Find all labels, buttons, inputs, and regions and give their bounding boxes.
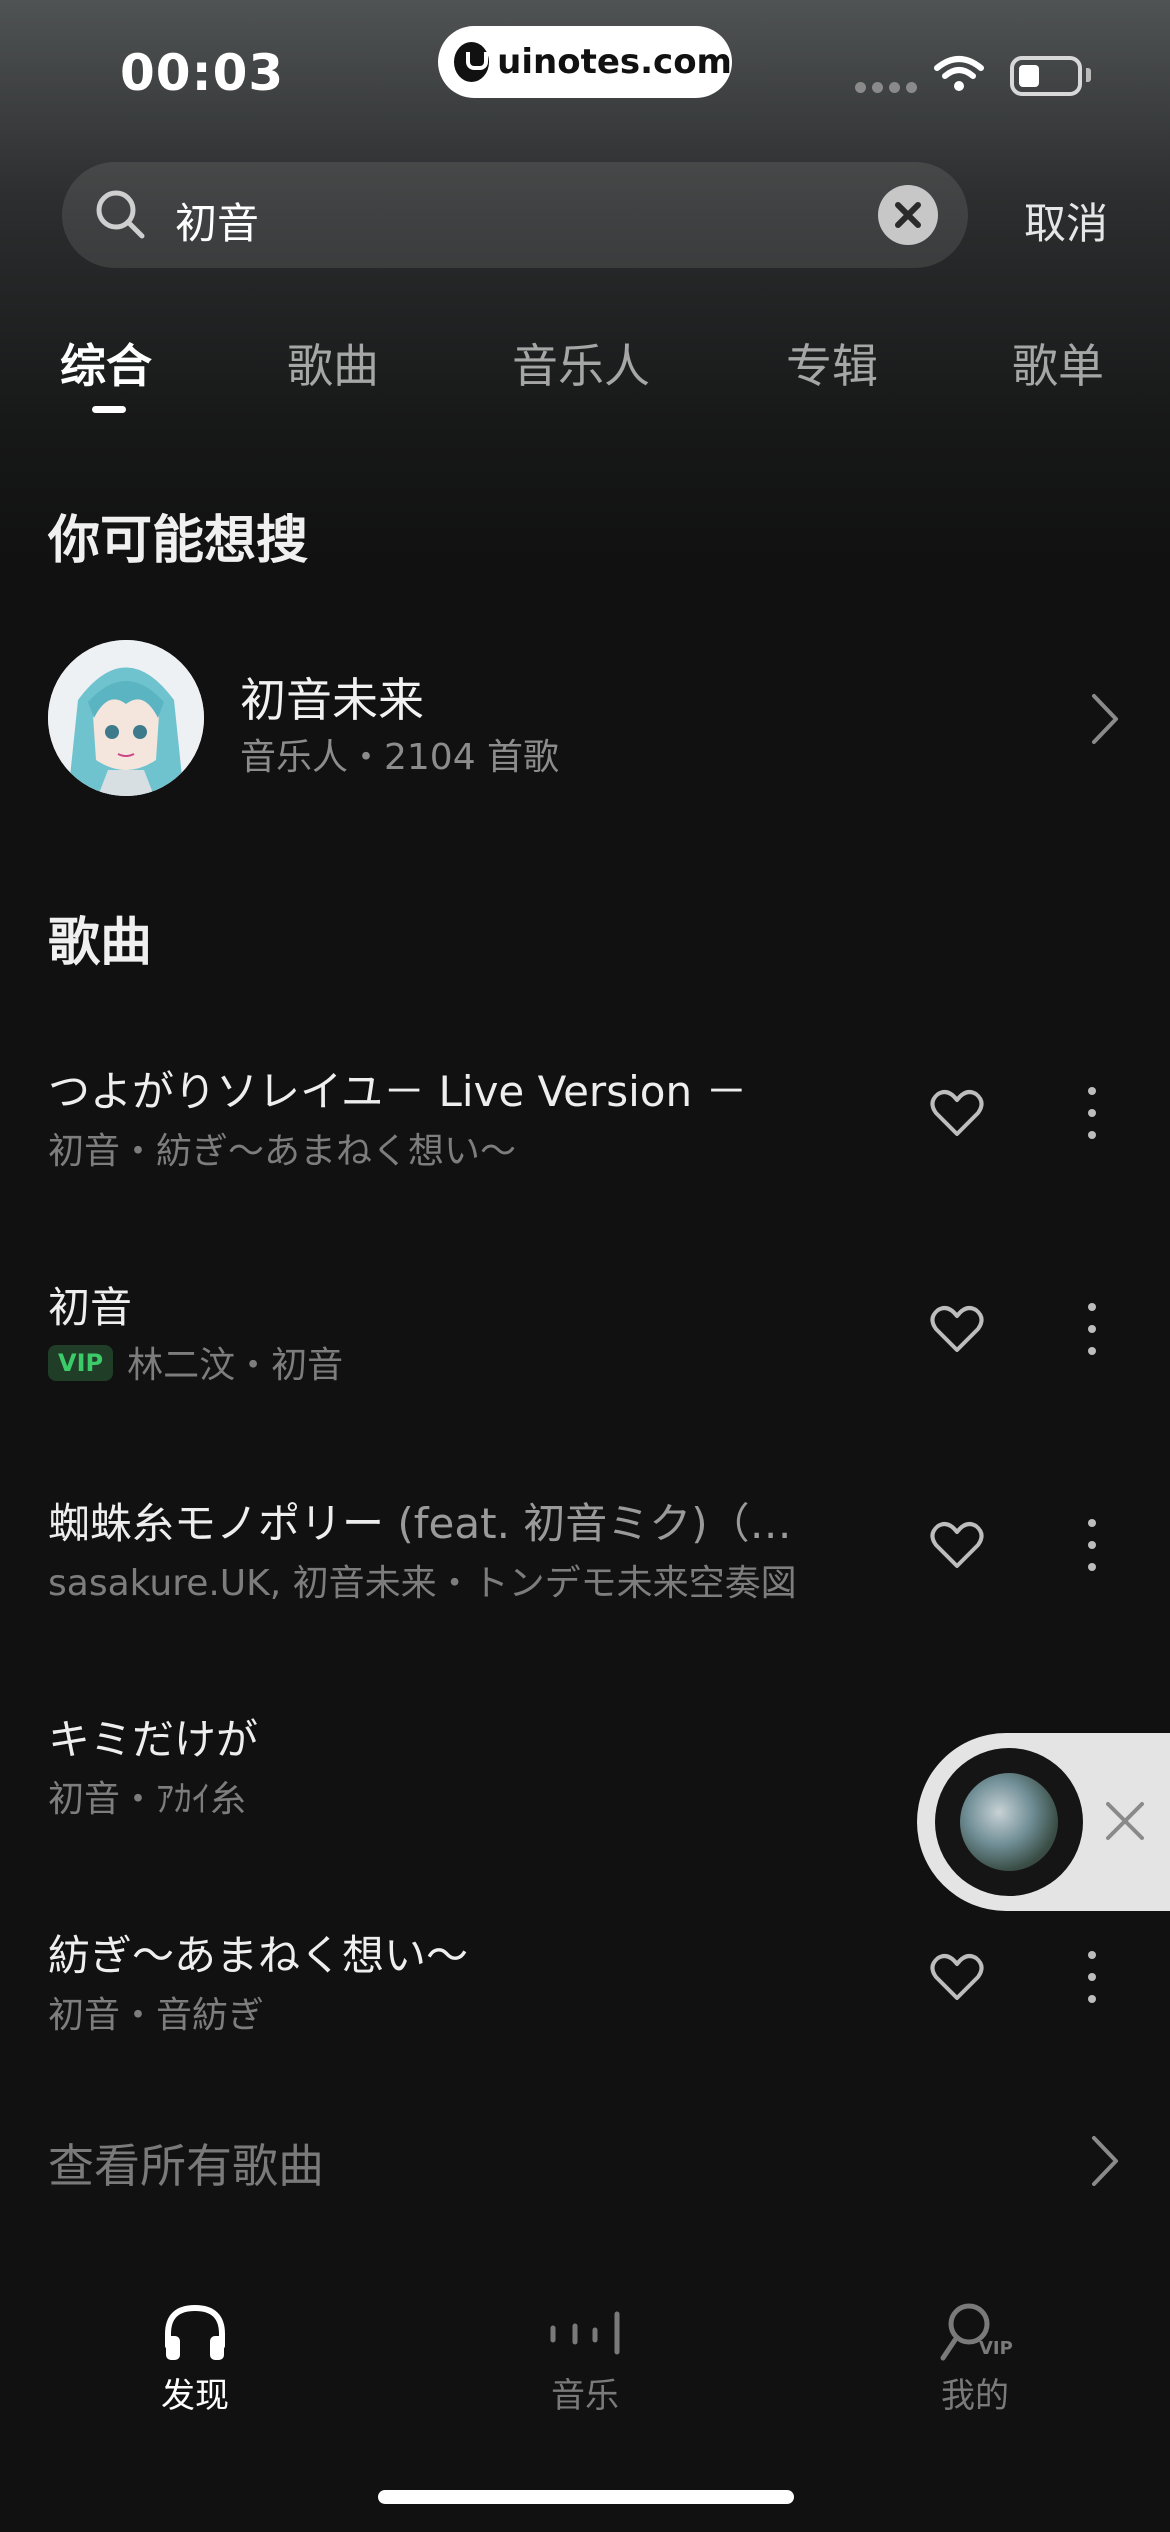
vip-badge: VIP <box>48 1345 114 1381</box>
see-all-songs-label: 查看所有歌曲 <box>48 2139 324 2193</box>
song-subtitle: 初音・音紡ぎ <box>48 1995 265 2036</box>
song-title: キミだけが <box>48 1715 259 1764</box>
song-title: 蜘蛛糸モノポリー <box>48 1499 385 1548</box>
cellular-signal-icon <box>855 82 917 93</box>
suggest-section-title: 你可能想搜 <box>48 511 309 571</box>
battery-icon <box>1010 56 1082 96</box>
more-options-icon[interactable] <box>1080 1515 1104 1575</box>
watermark-text: uinotes.com <box>497 42 732 82</box>
more-options-icon[interactable] <box>1080 1299 1104 1359</box>
nav-label: 音乐 <box>551 2376 619 2416</box>
heart-icon[interactable] <box>930 1952 984 2002</box>
tab-songs[interactable]: 歌曲 <box>287 330 379 396</box>
song-title: つよがりソレイユ－ Live Version － <box>48 1067 748 1116</box>
search-input[interactable]: 初音 <box>175 190 259 251</box>
clear-search-button[interactable] <box>878 185 938 245</box>
svg-text:VIP: VIP <box>979 2338 1013 2359</box>
search-icon <box>96 190 145 239</box>
watermark-logo-icon <box>454 42 490 82</box>
heart-icon[interactable] <box>930 1304 984 1354</box>
wifi-icon <box>934 56 984 91</box>
close-mini-player-icon[interactable] <box>1104 1800 1146 1842</box>
song-title: 初音 <box>48 1283 133 1332</box>
artist-name: 初音未来 <box>240 673 424 727</box>
chevron-right-icon <box>1092 2136 1118 2186</box>
song-subtitle: 初音・紡ぎ～あまねく想い～ <box>48 1131 517 1172</box>
close-icon <box>895 202 921 228</box>
headphones-icon <box>165 2304 225 2360</box>
song-title: 紡ぎ～あまねく想い～ <box>48 1931 469 1980</box>
chevron-right-icon <box>1092 694 1118 744</box>
battery-tip <box>1086 68 1091 82</box>
more-options-icon[interactable] <box>1080 1947 1104 2007</box>
nav-mine[interactable]: VIP 我的 <box>875 2300 1075 2417</box>
tab-artists[interactable]: 音乐人 <box>512 330 650 396</box>
cancel-button[interactable]: 取消 <box>1024 190 1108 251</box>
song-subtitle: 初音・ｱｶｲ糸 <box>48 1779 247 1820</box>
song-subtitle-line: VIP 林二汶・初音 <box>48 1336 343 1388</box>
status-time: 00:03 <box>120 44 285 102</box>
nav-music[interactable]: 音乐 <box>485 2300 685 2417</box>
equalizer-icon <box>550 2311 620 2355</box>
nav-label: 发现 <box>161 2376 229 2416</box>
song-subtitle: sasakure.UK, 初音未来・トンデモ未来空奏図 <box>48 1563 797 1604</box>
song-title-line: 蜘蛛糸モノポリー (feat. 初音ミク)（… <box>48 1490 792 1551</box>
profile-vip-icon: VIP <box>940 2303 1013 2361</box>
tab-albums[interactable]: 专辑 <box>786 330 878 396</box>
song-subtitle: 林二汶・初音 <box>127 1345 344 1386</box>
mini-player-cover-art <box>960 1773 1058 1871</box>
heart-icon[interactable] <box>930 1088 984 1138</box>
artist-avatar <box>48 640 204 796</box>
tab-all[interactable]: 综合 <box>60 330 152 396</box>
nav-label: 我的 <box>941 2376 1009 2416</box>
songs-section-title: 歌曲 <box>48 913 153 973</box>
tab-active-indicator <box>92 406 126 413</box>
artist-subtitle: 音乐人・2104 首歌 <box>240 737 560 778</box>
song-title-extra: (feat. 初音ミク)（… <box>384 1499 792 1548</box>
nav-discover[interactable]: 发现 <box>95 2300 295 2417</box>
watermark-badge: uinotes.com <box>438 26 732 98</box>
more-options-icon[interactable] <box>1080 1083 1104 1143</box>
home-indicator[interactable] <box>378 2490 794 2504</box>
tab-playlists[interactable]: 歌单 <box>1012 330 1104 396</box>
heart-icon[interactable] <box>930 1520 984 1570</box>
